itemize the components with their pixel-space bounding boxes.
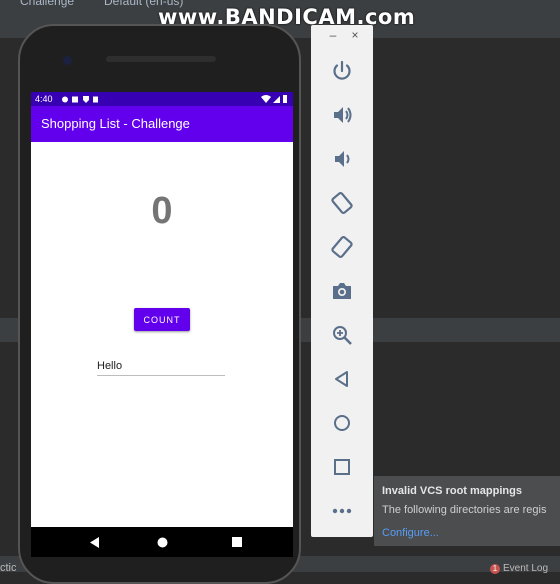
nav-overview-icon[interactable] bbox=[232, 537, 242, 547]
camera-icon[interactable] bbox=[328, 277, 356, 305]
emulator-toolbar: – × bbox=[311, 25, 373, 537]
close-button[interactable]: × bbox=[349, 29, 361, 41]
power-icon[interactable] bbox=[328, 57, 356, 85]
rotate-left-icon[interactable] bbox=[328, 189, 356, 217]
status-system-icons bbox=[261, 95, 287, 103]
configure-link[interactable]: Configure... bbox=[382, 527, 439, 539]
nav-back-icon[interactable] bbox=[90, 537, 100, 548]
zoom-icon[interactable] bbox=[328, 321, 356, 349]
speaker-grille bbox=[106, 56, 216, 62]
phone-frame: 4:40 Shopping List - Challenge 0 COUNT bbox=[18, 24, 301, 584]
android-nav-bar bbox=[31, 527, 293, 557]
status-time: 4:40 bbox=[35, 94, 53, 104]
volume-up-icon[interactable] bbox=[328, 101, 356, 129]
notification-title: Invalid VCS root mappings bbox=[382, 485, 522, 497]
count-button[interactable]: COUNT bbox=[134, 308, 190, 331]
notification-body: The following directories are regis bbox=[382, 504, 547, 516]
app-bar: Shopping List - Challenge bbox=[31, 106, 293, 142]
run-config-label[interactable]: Challenge bbox=[20, 0, 74, 8]
front-camera bbox=[63, 56, 72, 65]
app-title: Shopping List - Challenge bbox=[41, 116, 190, 131]
status-notification-icons bbox=[62, 96, 98, 103]
home-icon[interactable] bbox=[328, 409, 356, 437]
event-log-badge: 1 bbox=[490, 564, 500, 574]
phone-screen: 4:40 Shopping List - Challenge 0 COUNT bbox=[31, 92, 293, 527]
status-left-text: ctic bbox=[0, 562, 17, 574]
vcs-notification: Invalid VCS root mappings The following … bbox=[374, 476, 560, 546]
count-value: 0 bbox=[151, 190, 173, 232]
overview-icon[interactable] bbox=[328, 453, 356, 481]
minimize-button[interactable]: – bbox=[327, 29, 339, 41]
more-icon[interactable] bbox=[328, 497, 356, 525]
event-log-label: Event Log bbox=[503, 563, 549, 574]
rotate-right-icon[interactable] bbox=[328, 233, 356, 261]
event-log-button[interactable]: 1 Event Log bbox=[490, 563, 548, 574]
shopping-item-input[interactable] bbox=[97, 357, 225, 376]
nav-home-icon[interactable] bbox=[157, 537, 168, 548]
android-status-bar: 4:40 bbox=[31, 92, 293, 106]
back-icon[interactable] bbox=[328, 365, 356, 393]
volume-down-icon[interactable] bbox=[328, 145, 356, 173]
